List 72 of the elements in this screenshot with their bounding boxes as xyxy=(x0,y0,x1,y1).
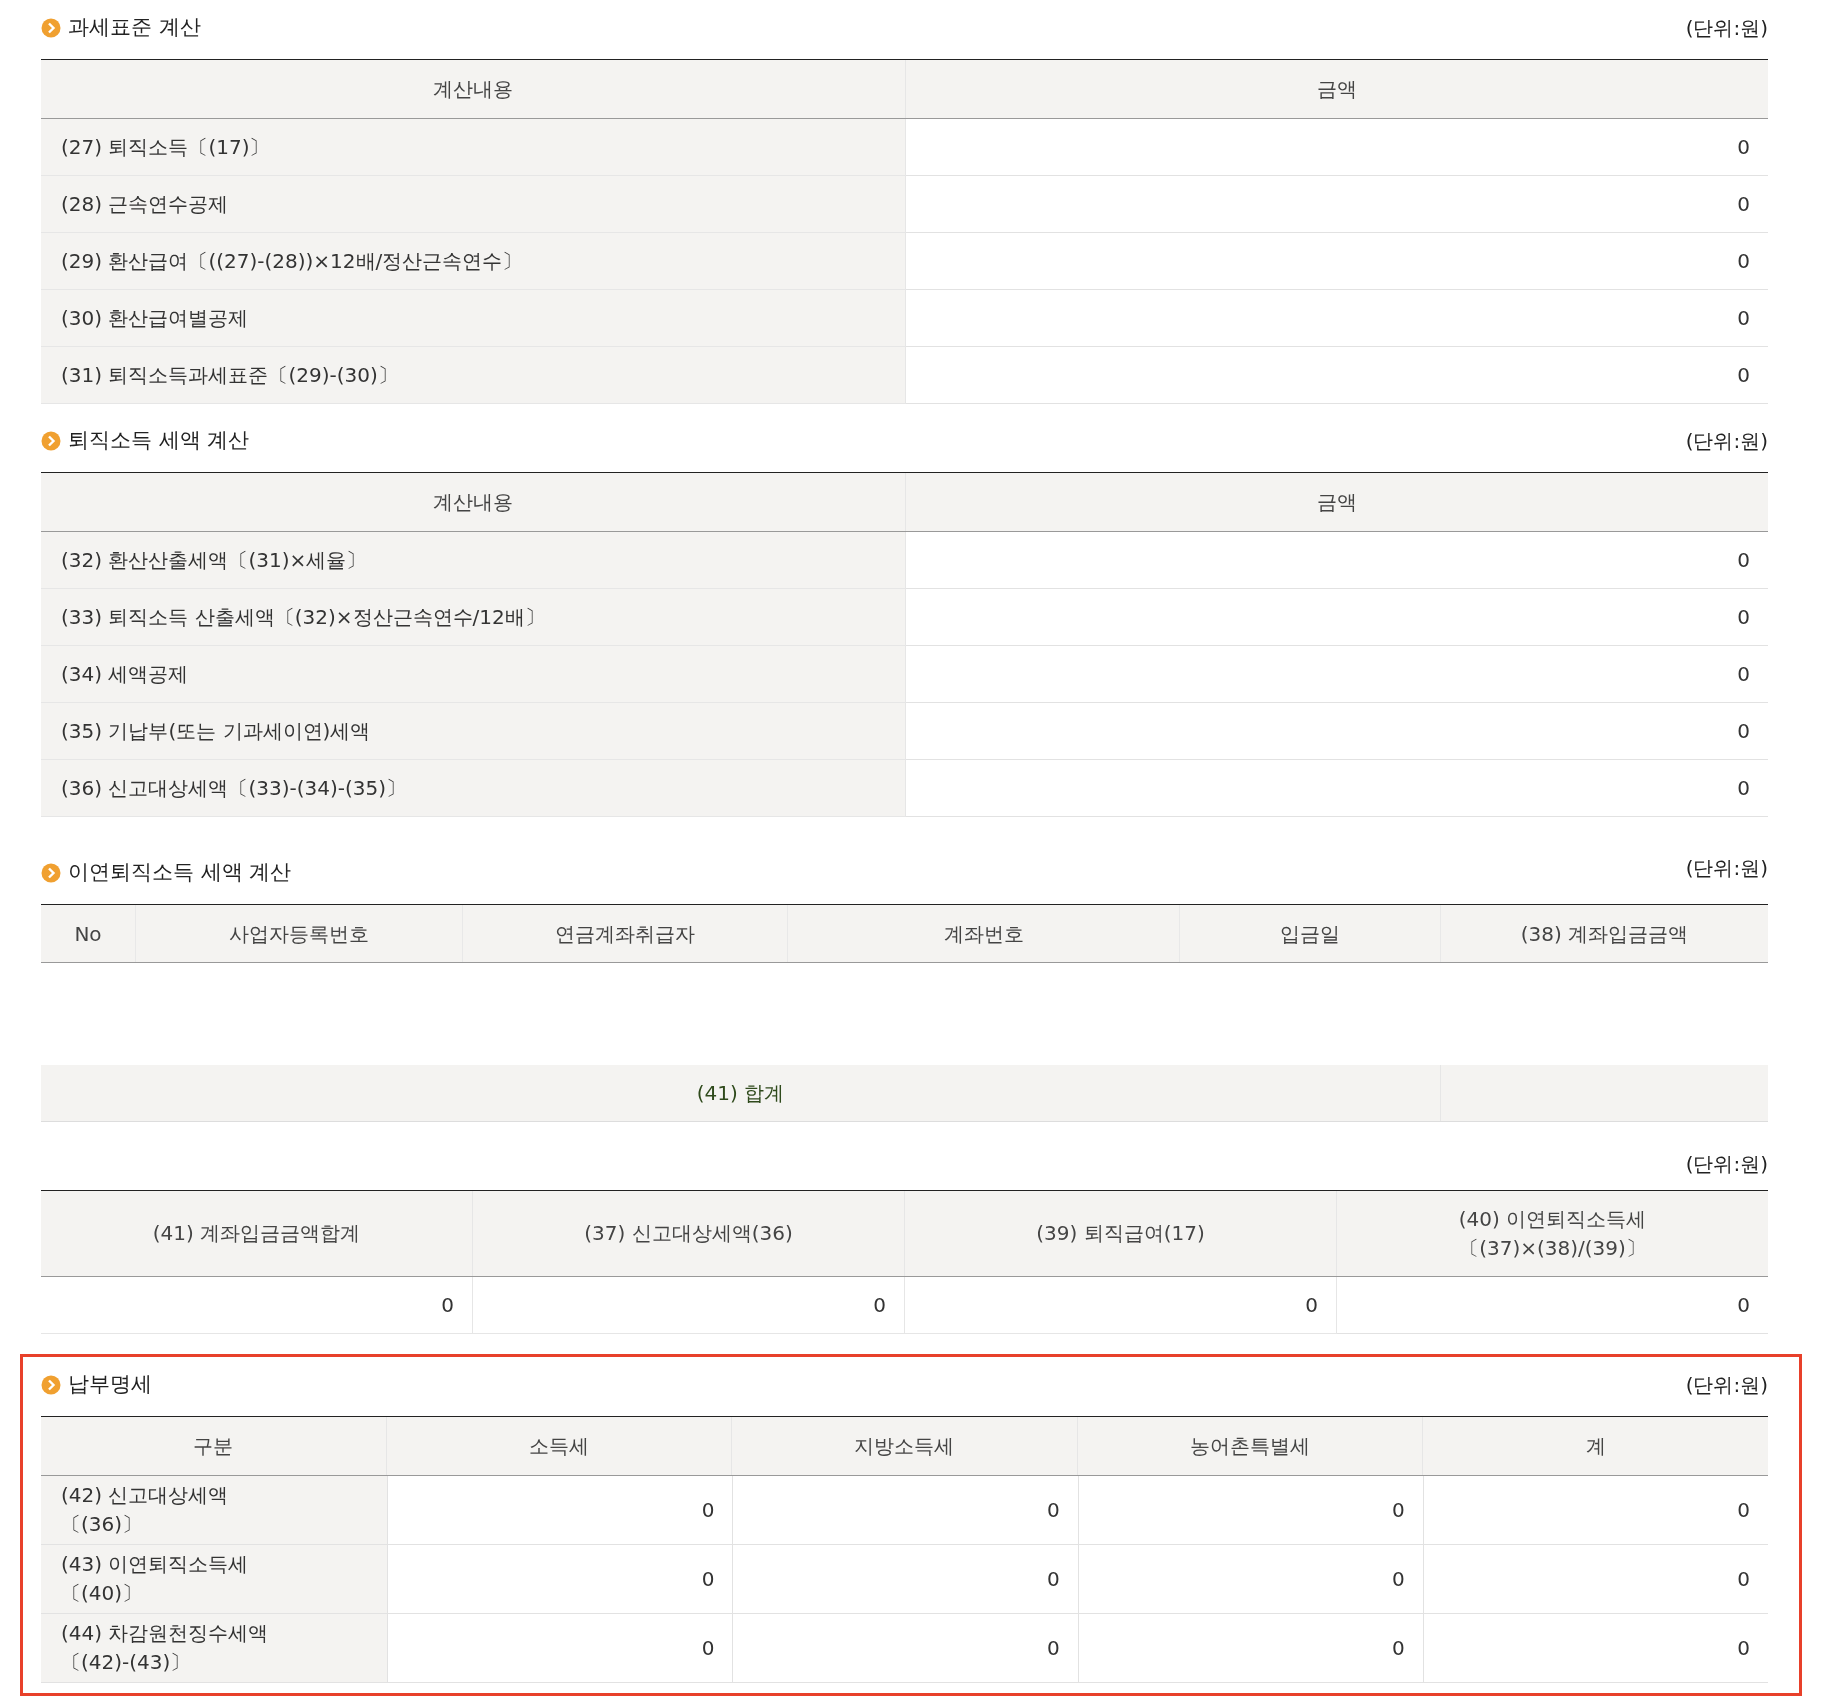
column-header: 금액 xyxy=(906,473,1768,531)
column-header: 계산내용 xyxy=(41,60,906,118)
column-header: 농어촌특별세 xyxy=(1077,1417,1424,1475)
row-label: (42) 신고대상세액 〔(36)〕 xyxy=(41,1476,389,1545)
amount-cell: 0 xyxy=(906,589,1768,646)
unit-label: (단위:원) xyxy=(1685,427,1768,455)
row-label: (43) 이연퇴직소득세 〔(40)〕 xyxy=(41,1545,389,1614)
section-title: 납부명세 xyxy=(68,1370,152,1398)
section-title: 퇴직소득 세액 계산 xyxy=(68,426,250,454)
section-title: 이연퇴직소득 세액 계산 xyxy=(68,858,292,886)
amount-cell: 0 xyxy=(388,1545,734,1614)
column-header: (37) 신고대상세액(36) xyxy=(473,1191,905,1276)
row-label: (33) 퇴직소득 산출세액〔(32)×정산근속연수/12배〕 xyxy=(41,589,906,646)
unit-label: (단위:원) xyxy=(1685,1371,1768,1399)
amount-cell: 0 xyxy=(733,1545,1079,1614)
amount-cell: 0 xyxy=(905,1277,1337,1334)
amount-cell: 0 xyxy=(906,347,1768,404)
column-header: 연금계좌취급자 xyxy=(463,905,788,962)
amount-cell: 0 xyxy=(906,290,1768,347)
chevron-bullet-icon xyxy=(41,430,61,451)
amount-cell: 0 xyxy=(906,532,1768,589)
row-label: (27) 퇴직소득〔(17)〕 xyxy=(41,119,906,176)
amount-cell: 0 xyxy=(906,703,1768,760)
amount-cell: 0 xyxy=(906,119,1768,176)
amount-cell: 0 xyxy=(733,1614,1079,1683)
column-header: 지방소득세 xyxy=(732,1417,1078,1475)
amount-cell: 0 xyxy=(906,233,1768,290)
amount-cell: 0 xyxy=(41,1277,473,1334)
row-label: (44) 차감원천징수세액 〔(42)-(43)〕 xyxy=(41,1614,389,1683)
row-label: (31) 퇴직소득과세표준〔(29)-(30)〕 xyxy=(41,347,906,404)
amount-cell: 0 xyxy=(906,176,1768,233)
column-header: (38) 계좌입금금액 xyxy=(1441,905,1768,962)
row-label: (36) 신고대상세액〔(33)-(34)-(35)〕 xyxy=(41,760,906,817)
unit-label: (단위:원) xyxy=(1685,855,1768,882)
column-header: 금액 xyxy=(906,60,1768,118)
amount-cell: 0 xyxy=(1423,1614,1768,1683)
column-header: 구분 xyxy=(41,1417,387,1475)
chevron-bullet-icon xyxy=(41,17,61,38)
amount-cell: 0 xyxy=(733,1476,1079,1545)
amount-cell: 0 xyxy=(388,1614,734,1683)
amount-cell: 0 xyxy=(1337,1277,1768,1334)
column-header: No xyxy=(41,905,136,962)
chevron-bullet-icon xyxy=(41,1374,61,1395)
amount-cell: 0 xyxy=(906,760,1768,817)
column-header: (41) 계좌입금금액합계 xyxy=(41,1191,473,1276)
chevron-bullet-icon xyxy=(41,862,61,883)
row-label: (30) 환산급여별공제 xyxy=(41,290,906,347)
column-header: (39) 퇴직급여(17) xyxy=(905,1191,1337,1276)
amount-cell: 0 xyxy=(1423,1476,1768,1545)
column-header: 사업자등록번호 xyxy=(136,905,463,962)
column-header: (40) 이연퇴직소득세 〔(37)×(38)/(39)〕 xyxy=(1337,1191,1768,1276)
column-header: 계 xyxy=(1423,1417,1768,1475)
amount-cell: 0 xyxy=(1078,1614,1424,1683)
row-label: (29) 환산급여〔((27)-(28))×12배/정산근속연수〕 xyxy=(41,233,906,290)
amount-cell: 0 xyxy=(1423,1545,1768,1614)
row-label: (35) 기납부(또는 기과세이연)세액 xyxy=(41,703,906,760)
column-header: 입금일 xyxy=(1180,905,1441,962)
column-header: 계산내용 xyxy=(41,473,906,531)
column-header: 소득세 xyxy=(386,1417,733,1475)
total-label: (41) 합계 xyxy=(41,1065,1441,1121)
section-title: 과세표준 계산 xyxy=(68,13,201,41)
column-header: 계좌번호 xyxy=(788,905,1180,962)
unit-label: (단위:원) xyxy=(1685,1150,1768,1178)
amount-cell: 0 xyxy=(473,1277,905,1334)
row-label: (28) 근속연수공제 xyxy=(41,176,906,233)
row-label: (34) 세액공제 xyxy=(41,646,906,703)
amount-cell: 0 xyxy=(1078,1476,1424,1545)
amount-cell: 0 xyxy=(1078,1545,1424,1614)
row-label: (32) 환산산출세액〔(31)×세율〕 xyxy=(41,532,906,589)
amount-cell: 0 xyxy=(388,1476,734,1545)
unit-label: (단위:원) xyxy=(1685,14,1768,42)
amount-cell: 0 xyxy=(906,646,1768,703)
